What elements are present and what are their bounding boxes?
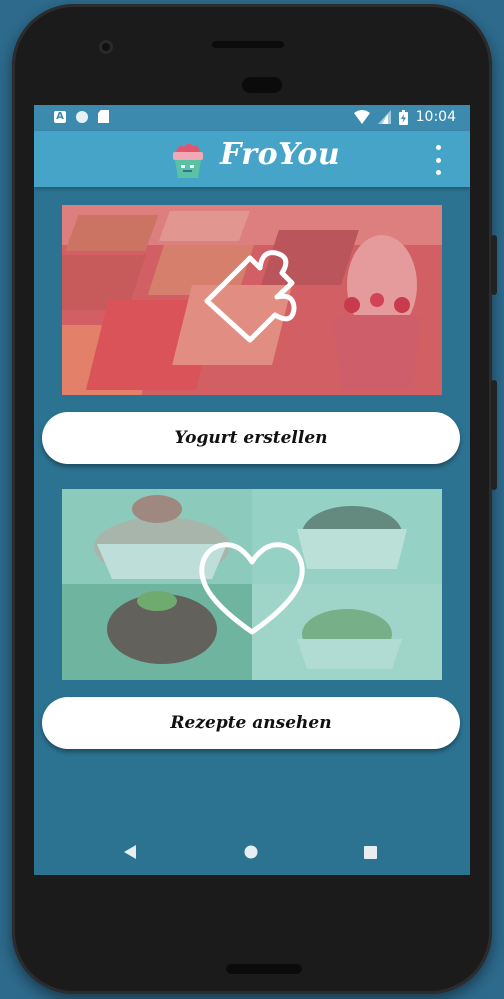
screen: A 10:04 FroYou Yogurt erstellen Rezepte … bbox=[34, 105, 470, 875]
app-title: FroYou bbox=[220, 137, 341, 172]
sd-card-icon bbox=[98, 110, 109, 123]
recents-square-icon[interactable] bbox=[364, 846, 377, 859]
froyo-cup-icon bbox=[170, 141, 206, 179]
status-bar: A 10:04 bbox=[34, 105, 470, 131]
create-yogurt-button[interactable]: Yogurt erstellen bbox=[42, 412, 460, 464]
battery-icon bbox=[398, 109, 408, 125]
back-triangle-icon[interactable] bbox=[123, 844, 137, 860]
puzzle-piece-icon bbox=[204, 250, 297, 343]
overflow-menu-icon[interactable] bbox=[428, 145, 448, 175]
recipes-image[interactable] bbox=[62, 489, 442, 680]
earpiece-top bbox=[212, 41, 284, 48]
signal-icon bbox=[377, 110, 391, 124]
home-circle-icon[interactable] bbox=[244, 845, 258, 859]
navigation-bar bbox=[34, 830, 470, 875]
heart-outline-icon bbox=[199, 542, 305, 635]
a-notification-icon: A bbox=[54, 110, 66, 123]
app-bar: FroYou bbox=[34, 131, 470, 187]
volume-button bbox=[491, 235, 497, 295]
bottom-speaker bbox=[226, 964, 302, 974]
power-button bbox=[491, 380, 497, 490]
circle-notification-icon bbox=[76, 110, 88, 123]
wifi-icon bbox=[353, 110, 370, 124]
create-yogurt-image[interactable] bbox=[62, 205, 442, 395]
view-recipes-button[interactable]: Rezepte ansehen bbox=[42, 697, 460, 749]
status-time: 10:04 bbox=[415, 109, 456, 125]
front-camera bbox=[99, 40, 113, 54]
earpiece-speaker bbox=[242, 77, 282, 93]
